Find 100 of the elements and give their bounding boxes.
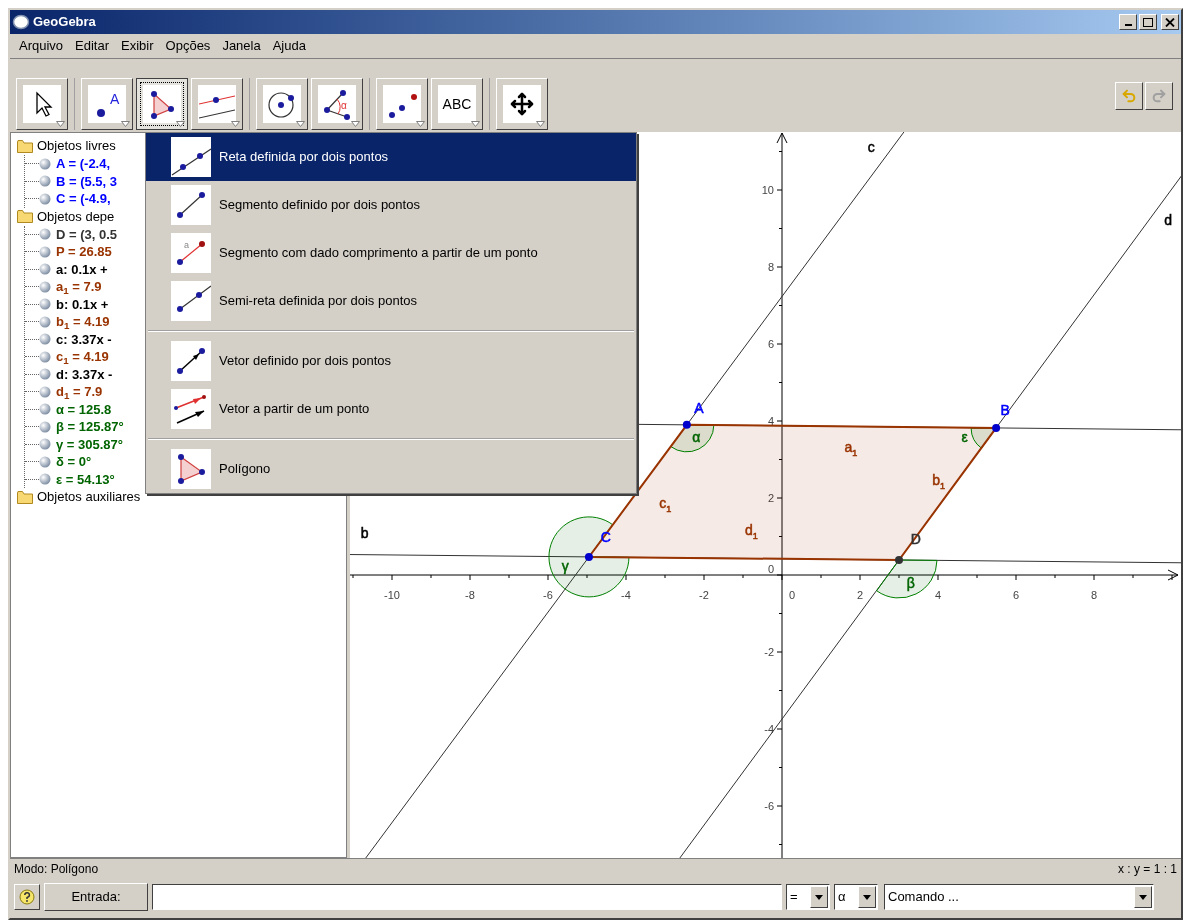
axis-tick-label: -10 bbox=[384, 589, 400, 601]
vector-icon bbox=[171, 341, 211, 381]
folder-label[interactable]: Objetos auxiliares bbox=[37, 487, 141, 507]
menu-item[interactable]: Opções bbox=[160, 36, 216, 56]
segment-icon bbox=[171, 185, 211, 225]
object-bullet-icon[interactable] bbox=[39, 298, 51, 311]
dropdown[interactable]: Comando ... bbox=[884, 884, 1154, 910]
folder-label[interactable]: Objetos depe bbox=[37, 206, 115, 227]
caret-icon bbox=[815, 894, 823, 900]
menu-item[interactable]: Exibir bbox=[116, 36, 159, 56]
point[interactable] bbox=[584, 552, 593, 561]
axis-tick-label: -2 bbox=[699, 589, 709, 601]
object-bullet-icon[interactable] bbox=[39, 350, 51, 363]
object-bullet-icon[interactable] bbox=[39, 192, 51, 205]
tool-menu-item[interactable]: Semi-reta definida por dois pontos bbox=[146, 277, 636, 325]
input-label-button[interactable]: Entrada: bbox=[44, 883, 148, 911]
algebra-entry[interactable]: D = (3, 0.5 bbox=[56, 225, 118, 243]
tool-menu-item[interactable]: Segmento definido por dois pontos bbox=[146, 181, 636, 229]
algebra-entry[interactable]: B = (5.5, 3 bbox=[56, 172, 118, 190]
algebra-entry[interactable]: c$_{1}$ = 4.19 bbox=[56, 348, 109, 366]
algebra-entry[interactable]: A = (-2.4, bbox=[56, 155, 111, 173]
algebra-entry[interactable]: d$_{1}$ = 7.9 bbox=[56, 383, 103, 401]
dropdown-triangle-icon bbox=[351, 121, 360, 127]
algebra-entry[interactable]: α = 125.8 bbox=[56, 400, 112, 418]
axis-tick-label: -8 bbox=[465, 589, 475, 601]
algebra-entry[interactable]: b: 0.1x + bbox=[56, 295, 109, 313]
object-bullet-icon[interactable] bbox=[39, 157, 51, 170]
scale-ratio: x : y = 1 : 1 bbox=[1117, 860, 1177, 878]
tool-menu-item[interactable]: a Segmento com dado comprimento a partir de um ponto bbox=[146, 229, 636, 277]
object-bullet-icon[interactable] bbox=[39, 315, 51, 328]
dropdown[interactable]: α bbox=[834, 884, 878, 910]
segment-icon: a bbox=[171, 233, 211, 273]
tool-menu-item[interactable]: Polígono bbox=[146, 445, 636, 493]
object-bullet-icon[interactable] bbox=[39, 385, 51, 398]
object-label: c$_{1}$ bbox=[659, 494, 672, 514]
axis-tick-label: 6 bbox=[767, 338, 774, 350]
axis-tick-label: -6 bbox=[543, 589, 553, 601]
axis-tick-label: -2 bbox=[764, 646, 774, 658]
algebra-entry[interactable]: a: 0.1x + bbox=[56, 260, 108, 278]
object-bullet-icon[interactable] bbox=[39, 438, 51, 451]
tool-button[interactable]: ABC bbox=[431, 78, 483, 130]
tool-button[interactable] bbox=[136, 78, 188, 130]
algebra-entry[interactable]: ε = 54.13° bbox=[56, 470, 115, 488]
menu-item[interactable]: Janela bbox=[217, 36, 266, 56]
object-label: c bbox=[867, 138, 875, 155]
help-button[interactable] bbox=[14, 884, 40, 910]
axis-tick-label: 4 bbox=[934, 589, 942, 601]
input-field[interactable] bbox=[152, 884, 782, 910]
menu-item[interactable]: Editar bbox=[70, 36, 115, 56]
close-button[interactable] bbox=[1161, 14, 1179, 30]
point[interactable] bbox=[682, 420, 691, 429]
minimize-button[interactable] bbox=[1119, 14, 1137, 30]
object-bullet-icon[interactable] bbox=[39, 420, 51, 433]
axis-tick-label: 6 bbox=[1012, 589, 1020, 601]
menu-item[interactable]: Ajuda bbox=[267, 36, 311, 56]
algebra-entry[interactable]: P = 26.85 bbox=[56, 243, 112, 261]
tool-menu-item[interactable]: Reta definida por dois pontos bbox=[146, 133, 636, 181]
redo-icon bbox=[1151, 88, 1167, 104]
axis-tick-label: 2 bbox=[767, 492, 774, 504]
object-bullet-icon[interactable] bbox=[39, 280, 51, 293]
object-bullet-icon[interactable] bbox=[39, 473, 51, 486]
caret-icon bbox=[1139, 894, 1147, 900]
algebra-entry[interactable]: a$_{1}$ = 7.9 bbox=[56, 278, 102, 296]
dropdown-triangle-icon bbox=[416, 121, 425, 127]
angle-arc bbox=[670, 424, 715, 453]
object-bullet-icon[interactable] bbox=[39, 368, 51, 381]
point[interactable] bbox=[992, 423, 1001, 432]
object-bullet-icon[interactable] bbox=[39, 175, 51, 188]
algebra-entry[interactable]: β = 125.87° bbox=[56, 418, 124, 436]
folder-label[interactable]: Objetos livres bbox=[37, 136, 116, 156]
object-bullet-icon[interactable] bbox=[39, 403, 51, 416]
point[interactable] bbox=[895, 556, 903, 564]
vectors-icon bbox=[171, 389, 211, 429]
caret-icon bbox=[863, 894, 871, 900]
algebra-entry[interactable]: C = (-4.9, bbox=[56, 190, 111, 208]
tool-menu-item[interactable]: Vetor a partir de um ponto bbox=[146, 385, 636, 433]
undo-icon bbox=[1121, 88, 1137, 104]
dropdown[interactable]: = bbox=[786, 884, 830, 910]
algebra-entry[interactable]: b$_{1}$ = 4.19 bbox=[56, 313, 110, 331]
object-bullet-icon[interactable] bbox=[39, 245, 51, 258]
object-bullet-icon[interactable] bbox=[39, 263, 51, 276]
close-icon bbox=[1165, 17, 1175, 27]
object-label: d bbox=[1164, 211, 1172, 228]
undo-button[interactable] bbox=[1115, 82, 1143, 110]
object-bullet-icon[interactable] bbox=[39, 333, 51, 346]
tool-button[interactable]: A bbox=[81, 78, 133, 130]
tool-menu-item[interactable]: Vetor definido por dois pontos bbox=[146, 337, 636, 385]
maximize-button[interactable] bbox=[1139, 14, 1157, 30]
algebra-entry[interactable]: c: 3.37x - bbox=[56, 330, 112, 348]
folder-icon bbox=[17, 139, 33, 153]
object-label: b$_{1}$ bbox=[932, 471, 945, 491]
tool-button[interactable]: α bbox=[311, 78, 363, 130]
algebra-entry[interactable]: δ = 0° bbox=[56, 453, 92, 471]
object-bullet-icon[interactable] bbox=[39, 455, 51, 468]
ray-icon bbox=[171, 281, 211, 321]
axis-tick-label: -4 bbox=[621, 589, 631, 601]
algebra-entry[interactable]: γ = 305.87° bbox=[56, 435, 123, 453]
algebra-entry[interactable]: d: 3.37x - bbox=[56, 365, 113, 383]
menu-item[interactable]: Arquivo bbox=[14, 36, 69, 56]
object-bullet-icon[interactable] bbox=[39, 228, 51, 241]
